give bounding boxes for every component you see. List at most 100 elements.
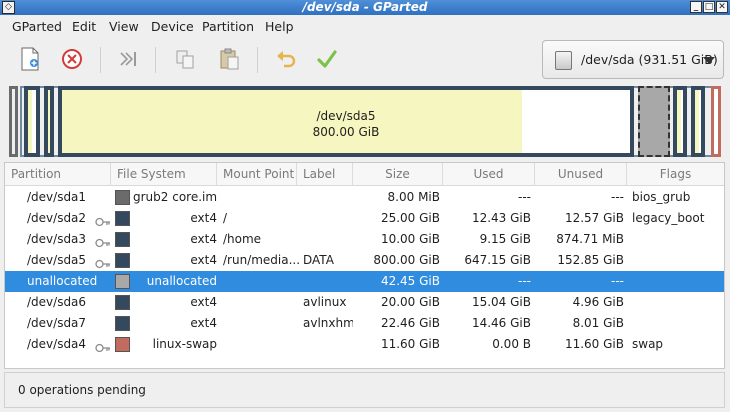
cell-filesystem: ext4 bbox=[190, 253, 217, 267]
device-selector-label: /dev/sda (931.51 GiB) bbox=[581, 52, 718, 67]
table-row[interactable]: unallocated unallocated 42.45 GiB --- --- bbox=[5, 271, 724, 292]
undo-icon[interactable] bbox=[271, 44, 301, 74]
cell-flags bbox=[632, 250, 724, 271]
filesystem-color-swatch bbox=[115, 274, 130, 289]
column-header-partition[interactable]: Partition bbox=[5, 163, 111, 186]
cell-partition: /dev/sda6 bbox=[27, 295, 87, 309]
cell-mount-point bbox=[223, 187, 299, 208]
device-selector[interactable]: /dev/sda (931.51 GiB) bbox=[542, 40, 724, 79]
chevron-down-icon bbox=[703, 57, 715, 64]
cell-partition: unallocated bbox=[27, 274, 97, 288]
filesystem-color-swatch bbox=[115, 295, 130, 310]
cell-unused: 874.71 MiB bbox=[556, 232, 624, 246]
cell-partition: /dev/sda3 bbox=[27, 232, 87, 246]
menu-help[interactable]: Help bbox=[265, 19, 294, 34]
cell-used: --- bbox=[518, 274, 531, 288]
menu-bar: GParted Edit View Device Partition Help bbox=[0, 15, 730, 38]
column-header-used[interactable]: Used bbox=[443, 163, 535, 186]
cell-size: 22.46 GiB bbox=[380, 316, 440, 330]
diskmap-partition-sda5[interactable]: /dev/sda5 800.00 GiB bbox=[58, 86, 634, 157]
cell-unused: 4.96 GiB bbox=[572, 295, 624, 309]
toolbar-separator bbox=[155, 47, 156, 73]
toolbar-separator bbox=[257, 47, 258, 73]
menu-partition[interactable]: Partition bbox=[202, 19, 254, 34]
table-row[interactable]: /dev/sda5 ext4/run/media... DATA 800.00 GiB… bbox=[5, 250, 724, 271]
status-text: 0 operations pending bbox=[18, 383, 146, 397]
resize-move-icon[interactable] bbox=[113, 44, 143, 74]
table-row[interactable]: /dev/sda6 ext4 avlinux 20.00 GiB 15.04 GiB 4.… bbox=[5, 292, 724, 313]
cell-mount-point: /home bbox=[223, 232, 262, 246]
cell-size: 11.60 GiB bbox=[380, 337, 440, 351]
cell-filesystem: grub2 core.img bbox=[133, 190, 217, 204]
close-icon[interactable]: ✕ bbox=[716, 1, 728, 13]
table-row[interactable]: /dev/sda7 ext4 avlnxhm 22.46 GiB 14.46 GiB 8.… bbox=[5, 313, 724, 334]
table-row[interactable]: /dev/sda3 ext4/home 10.00 GiB 9.15 GiB 874.7… bbox=[5, 229, 724, 250]
menu-view[interactable]: View bbox=[109, 19, 139, 34]
paste-icon[interactable] bbox=[214, 44, 244, 74]
cell-size: 10.00 GiB bbox=[380, 232, 440, 246]
menu-edit[interactable]: Edit bbox=[72, 19, 96, 34]
cell-partition: /dev/sda4 bbox=[27, 337, 87, 351]
cell-mount-point bbox=[223, 292, 299, 313]
column-header-label[interactable]: Label bbox=[297, 163, 353, 186]
cell-size: 20.00 GiB bbox=[380, 295, 440, 309]
cell-size: 42.45 GiB bbox=[380, 274, 440, 288]
apply-icon[interactable] bbox=[312, 44, 342, 74]
cell-used: 0.00 B bbox=[492, 337, 531, 351]
cell-unused: --- bbox=[611, 274, 624, 288]
filesystem-color-swatch bbox=[115, 232, 130, 247]
cell-label bbox=[303, 271, 353, 292]
copy-icon[interactable] bbox=[170, 44, 200, 74]
column-header-filesystem[interactable]: File System bbox=[111, 163, 217, 186]
column-header-mount-point[interactable]: Mount Point bbox=[217, 163, 297, 186]
partition-table: Partition File System Mount Point Label … bbox=[4, 162, 725, 369]
new-icon[interactable] bbox=[15, 44, 45, 74]
column-header-flags[interactable]: Flags bbox=[627, 163, 724, 186]
cell-partition: /dev/sda1 bbox=[27, 190, 87, 204]
cell-mount-point bbox=[223, 334, 299, 355]
diskmap-partition-sda4[interactable] bbox=[711, 86, 721, 157]
column-header-unused[interactable]: Unused bbox=[535, 163, 627, 186]
column-header-size[interactable]: Size bbox=[353, 163, 443, 186]
menu-device[interactable]: Device bbox=[151, 19, 194, 34]
cell-used: 9.15 GiB bbox=[479, 232, 531, 246]
cell-flags: swap bbox=[632, 337, 664, 351]
cell-mount-point bbox=[223, 271, 299, 292]
cell-used: 14.46 GiB bbox=[471, 316, 531, 330]
cell-used: 12.43 GiB bbox=[471, 211, 531, 225]
cell-label bbox=[303, 187, 353, 208]
cell-used: --- bbox=[518, 190, 531, 204]
cell-flags bbox=[632, 271, 724, 292]
cell-label: avlnxhm bbox=[303, 316, 353, 330]
diskmap-partition-sda1[interactable] bbox=[9, 86, 18, 157]
diskmap-partition-sda7[interactable] bbox=[691, 86, 705, 157]
cell-used: 15.04 GiB bbox=[471, 295, 531, 309]
window-title: /dev/sda - GParted bbox=[302, 0, 428, 14]
cell-filesystem: ext4 bbox=[190, 295, 217, 309]
cell-mount-point: /run/media... bbox=[223, 253, 299, 267]
table-row[interactable]: /dev/sda1 grub2 core.img 8.00 MiB --- --- bio… bbox=[5, 187, 724, 208]
diskmap-partition-sda3[interactable] bbox=[44, 86, 54, 157]
cell-unused: 8.01 GiB bbox=[572, 316, 624, 330]
filesystem-color-swatch bbox=[115, 211, 130, 226]
maximize-icon[interactable]: □ bbox=[703, 1, 715, 13]
filesystem-color-swatch bbox=[115, 337, 130, 352]
table-row[interactable]: /dev/sda2 ext4 / 25.00 GiB 12.43 GiB 12.57 Gi… bbox=[5, 208, 724, 229]
cell-mount-point bbox=[223, 313, 299, 334]
delete-icon[interactable] bbox=[57, 44, 87, 74]
diskmap-partition-sda2[interactable] bbox=[24, 86, 40, 157]
cell-unused: 11.60 GiB bbox=[564, 337, 624, 351]
cell-label bbox=[303, 334, 353, 355]
filesystem-color-swatch bbox=[115, 253, 130, 268]
cell-filesystem: ext4 bbox=[190, 316, 217, 330]
status-bar: 0 operations pending bbox=[4, 372, 725, 408]
menu-gparted[interactable]: GParted bbox=[12, 19, 62, 34]
cell-mount-point: / bbox=[223, 211, 228, 225]
table-row[interactable]: /dev/sda4 linux-swap 11.60 GiB 0.00 B 11.60 … bbox=[5, 334, 724, 355]
disk-map: /dev/sda5 800.00 GiB bbox=[9, 86, 723, 157]
minimize-icon[interactable]: _ bbox=[690, 1, 702, 13]
title-bar: ◇ /dev/sda - GParted _ □ ✕ bbox=[0, 0, 730, 15]
mounted-key-icon bbox=[95, 234, 111, 248]
diskmap-unallocated[interactable] bbox=[638, 86, 670, 157]
diskmap-partition-sda6[interactable] bbox=[673, 86, 687, 157]
